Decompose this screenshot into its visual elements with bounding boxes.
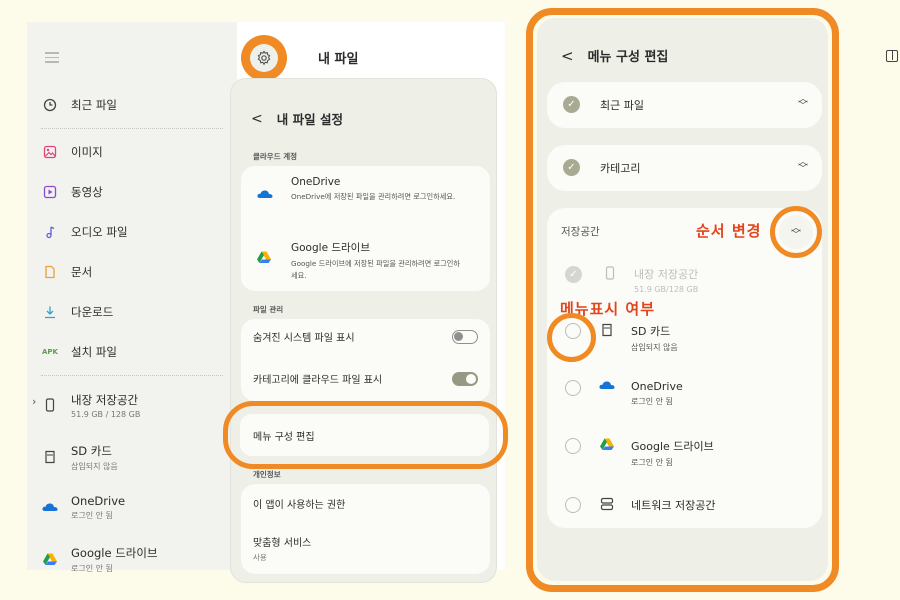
divider bbox=[41, 128, 223, 129]
reorder-icon[interactable]: ︿ ﹀ bbox=[779, 215, 813, 249]
cloud-in-category-toggle[interactable] bbox=[452, 371, 478, 386]
storage-item-internal: ✓ 내장 저장공간 51.9 GB/128 GB bbox=[565, 266, 805, 294]
back-arrow-icon[interactable]: < bbox=[561, 47, 574, 65]
reorder-icon[interactable]: ︿ ﹀ bbox=[798, 95, 808, 112]
storage-item-google-drive[interactable]: Google 드라이브 로그인 안 됨 bbox=[565, 438, 805, 468]
network-storage-icon bbox=[597, 497, 617, 511]
sidebar: 최근 파일 이미지 동영상 오디오 파일 문서 다운로드 APK 설치 파일 ›… bbox=[27, 22, 237, 573]
settings-header: < 내 파일 설정 bbox=[251, 109, 343, 128]
google-drive-icon bbox=[41, 550, 59, 568]
onedrive-icon bbox=[41, 498, 59, 516]
section-label-privacy: 개인정보 bbox=[253, 470, 281, 479]
menu-edit-button[interactable]: 메뉴 구성 편집 bbox=[240, 414, 489, 456]
storage-item-sd-card[interactable]: SD 카드 삽입되지 않음 bbox=[565, 323, 805, 353]
check-icon[interactable]: ✓ bbox=[563, 96, 580, 113]
cloud-in-category-row[interactable]: 카테고리에 클라우드 파일 표시 bbox=[253, 371, 478, 386]
reorder-icon[interactable]: ︿ ﹀ bbox=[798, 158, 808, 175]
divider bbox=[41, 375, 223, 376]
radio-button[interactable] bbox=[565, 497, 581, 513]
sidebar-item-downloads[interactable]: 다운로드 bbox=[41, 298, 231, 326]
menu-editor-title: 메뉴 구성 편집 bbox=[587, 50, 669, 65]
storage-item-network[interactable]: 네트워크 저장공간 bbox=[565, 497, 805, 513]
permissions-row[interactable]: 이 앱이 사용하는 권한 bbox=[253, 496, 478, 511]
google-drive-icon bbox=[597, 438, 617, 450]
privacy-card: 이 앱이 사용하는 권한 맞춤형 서비스 사용 bbox=[241, 484, 490, 574]
section-label-cloud: 클라우드 계정 bbox=[253, 152, 298, 161]
hidden-files-toggle[interactable] bbox=[452, 329, 478, 344]
category-row: ✓ 카테고리 bbox=[563, 159, 808, 176]
radio-button[interactable] bbox=[565, 438, 581, 454]
custom-service-row[interactable]: 맞춤형 서비스 사용 bbox=[253, 534, 478, 563]
recent-files-card[interactable]: ✓ 최근 파일 ︿ ﹀ bbox=[547, 82, 822, 128]
sd-card-icon bbox=[41, 448, 59, 466]
gear-icon[interactable] bbox=[250, 44, 278, 72]
clock-icon bbox=[41, 96, 59, 114]
cloud-accounts-card: OneDrive OneDrive에 저장된 파일을 관리하려면 로그인하세요.… bbox=[241, 166, 490, 291]
annotation-order-change: 순서 변경 bbox=[696, 222, 762, 240]
radio-highlight bbox=[547, 313, 596, 362]
sidebar-item-audio[interactable]: 오디오 파일 bbox=[41, 218, 231, 246]
sidebar-item-internal-storage[interactable]: 내장 저장공간 51.9 GB / 128 GB bbox=[41, 388, 231, 422]
phone-storage-icon bbox=[600, 266, 620, 280]
sidebar-item-sd-card[interactable]: SD 카드 삽입되지 않음 bbox=[41, 440, 231, 474]
sidebar-item-onedrive[interactable]: OneDrive 로그인 안 됨 bbox=[41, 490, 231, 524]
settings-panel: < 내 파일 설정 클라우드 계정 OneDrive OneDrive에 저장된… bbox=[230, 78, 497, 583]
download-icon bbox=[41, 303, 59, 321]
phone-storage-icon bbox=[41, 396, 59, 414]
onedrive-icon bbox=[257, 184, 273, 203]
menu-icon[interactable] bbox=[45, 52, 59, 63]
sd-card-icon bbox=[597, 323, 617, 337]
apk-icon: APK bbox=[42, 348, 58, 356]
sidebar-item-google-drive[interactable]: Google 드라이브 로그인 안 됨 bbox=[41, 542, 231, 576]
radio-button[interactable] bbox=[565, 380, 581, 396]
category-card[interactable]: ✓ 카테고리 ︿ ﹀ bbox=[547, 145, 822, 191]
storage-section-label: 저장공간 bbox=[561, 226, 600, 238]
onedrive-icon bbox=[597, 380, 617, 390]
image-icon bbox=[41, 143, 59, 161]
sidebar-item-videos[interactable]: 동영상 bbox=[41, 178, 231, 206]
sidebar-item-documents[interactable]: 문서 bbox=[41, 258, 231, 286]
section-label-file-management: 파일 관리 bbox=[253, 305, 284, 314]
sidebar-item-recent[interactable]: 최근 파일 bbox=[41, 91, 231, 119]
storage-card: 저장공간 ✓ 내장 저장공간 51.9 GB/128 GB SD 카드 삽입되지… bbox=[547, 208, 822, 528]
document-icon bbox=[41, 263, 59, 281]
music-icon bbox=[41, 223, 59, 241]
google-drive-icon bbox=[257, 248, 273, 267]
split-view-icon[interactable] bbox=[886, 50, 898, 62]
sidebar-item-images[interactable]: 이미지 bbox=[41, 138, 231, 166]
video-icon bbox=[41, 183, 59, 201]
sidebar-item-installers[interactable]: APK 설치 파일 bbox=[41, 338, 231, 366]
back-arrow-icon[interactable]: < bbox=[251, 111, 263, 127]
file-management-card: 숨겨진 시스템 파일 표시 카테고리에 클라우드 파일 표시 bbox=[241, 319, 490, 401]
hidden-files-row[interactable]: 숨겨진 시스템 파일 표시 bbox=[253, 329, 478, 344]
check-icon: ✓ bbox=[565, 266, 582, 283]
page-title: 내 파일 bbox=[318, 52, 359, 67]
chevron-right-icon[interactable]: › bbox=[32, 395, 36, 408]
onedrive-account-row[interactable]: OneDrive OneDrive에 저장된 파일을 관리하려면 로그인하세요. bbox=[257, 176, 461, 203]
check-icon[interactable]: ✓ bbox=[563, 159, 580, 176]
storage-item-onedrive[interactable]: OneDrive 로그인 안 됨 bbox=[565, 380, 805, 407]
google-drive-account-row[interactable]: Google 드라이브 Google 드라이브에 저장된 파일을 관리하려면 로… bbox=[257, 240, 461, 282]
recent-files-row: ✓ 최근 파일 bbox=[563, 96, 808, 113]
menu-editor-header: < 메뉴 구성 편집 bbox=[561, 46, 669, 66]
settings-title: 내 파일 설정 bbox=[276, 112, 343, 127]
